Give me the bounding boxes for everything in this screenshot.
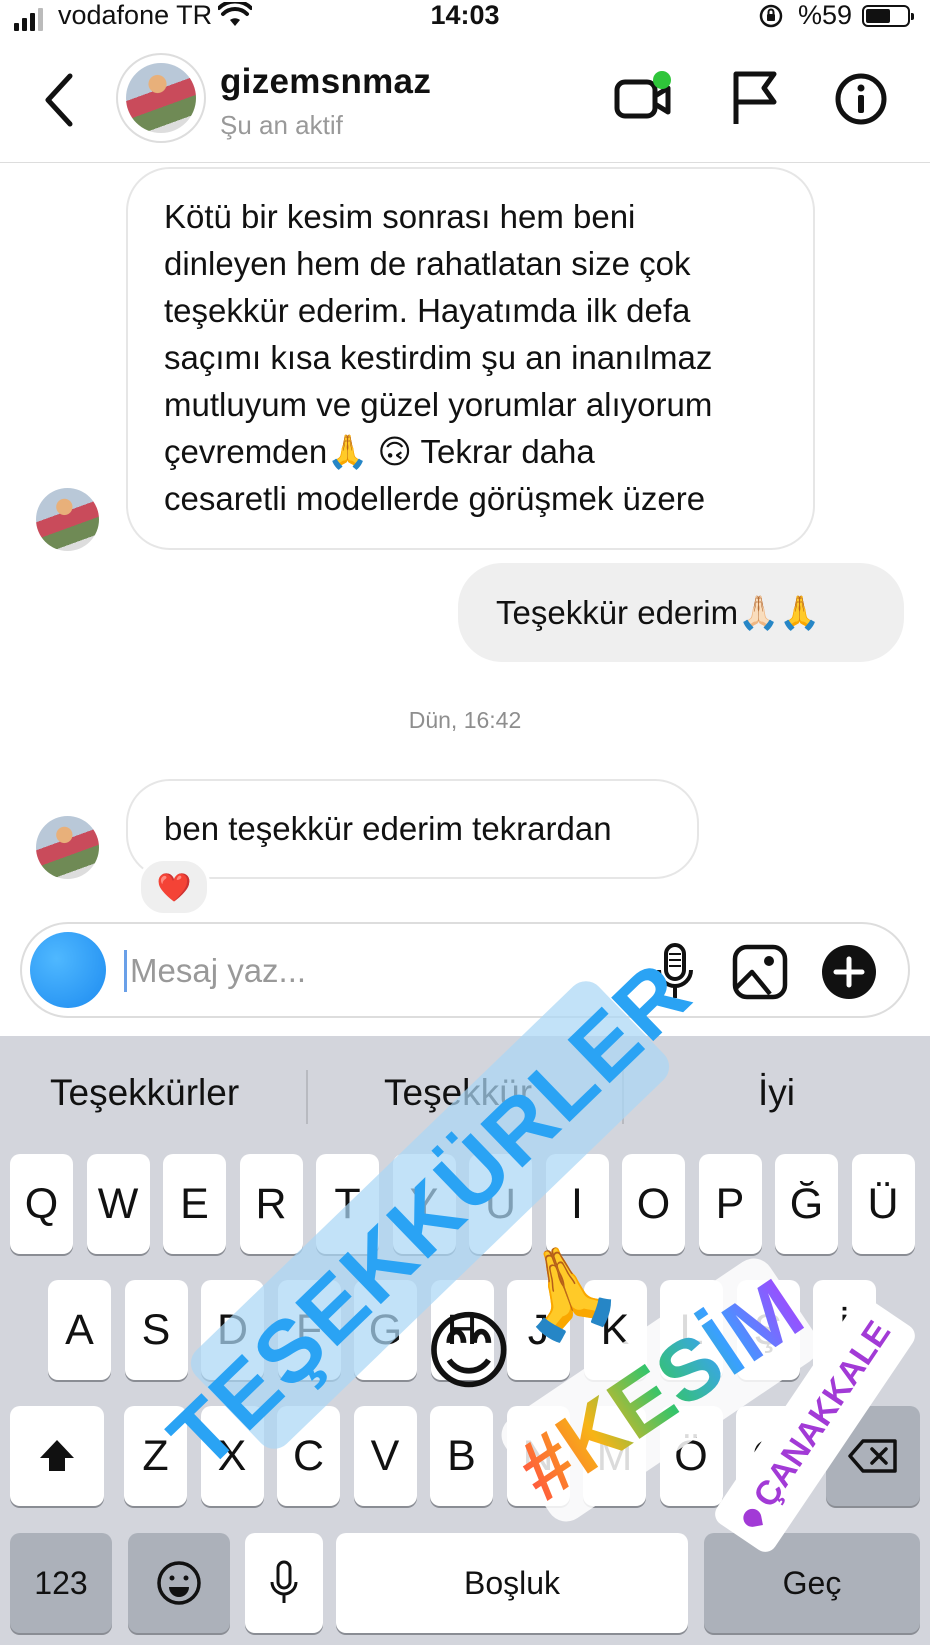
key-a[interactable]: A: [48, 1280, 111, 1380]
go-key[interactable]: Geç: [704, 1533, 920, 1633]
message-line: cesaretli modellerde görüşmek üzere: [164, 480, 706, 517]
status-bar: vodafone TR 14:03 %59: [0, 0, 930, 34]
flag-icon[interactable]: [730, 70, 780, 126]
key-e[interactable]: E: [163, 1154, 226, 1254]
key-u[interactable]: U: [469, 1154, 532, 1254]
text-caret: [124, 950, 127, 992]
key-t[interactable]: T: [316, 1154, 379, 1254]
message-text: ben teşekkür ederim tekrardan: [164, 810, 612, 847]
active-status: Şu an aktif: [220, 110, 343, 140]
message-line: mutluyum ve güzel yorumlar alıyorum: [164, 386, 713, 423]
info-icon[interactable]: [834, 72, 888, 126]
suggestion-divider: [306, 1070, 308, 1124]
message-input[interactable]: Mesaj yaz...: [130, 952, 306, 990]
key-b[interactable]: B: [430, 1406, 493, 1506]
profile-avatar-ring[interactable]: [116, 53, 206, 143]
microphone-icon[interactable]: [654, 942, 696, 1002]
backspace-icon: [848, 1439, 897, 1473]
message-line: çevremden🙏 🙃 Tekrar daha: [164, 433, 595, 470]
key-v[interactable]: V: [353, 1406, 417, 1506]
key-z[interactable]: Z: [124, 1406, 187, 1506]
key-k[interactable]: K: [583, 1280, 647, 1380]
key-ğ[interactable]: Ğ: [775, 1154, 838, 1254]
sender-avatar[interactable]: [36, 816, 99, 879]
back-icon[interactable]: [42, 72, 78, 128]
numbers-key[interactable]: 123: [10, 1533, 112, 1633]
received-message[interactable]: ben teşekkür ederim tekrardan: [126, 779, 699, 879]
shift-key[interactable]: [10, 1406, 104, 1506]
emoji-key[interactable]: [128, 1533, 230, 1633]
key-j[interactable]: J: [507, 1280, 570, 1380]
camera-button[interactable]: [30, 932, 106, 1008]
key-d[interactable]: D: [201, 1280, 264, 1380]
key-ç[interactable]: Ç: [736, 1406, 799, 1506]
key-y[interactable]: Y: [392, 1154, 456, 1254]
sender-avatar[interactable]: [36, 488, 99, 551]
key-f[interactable]: F: [277, 1280, 341, 1380]
key-g[interactable]: G: [354, 1280, 417, 1380]
key-i̇[interactable]: İ: [813, 1280, 876, 1380]
message-line: dinleyen hem de rahatlatan size çok: [164, 245, 691, 282]
dictation-icon: [270, 1560, 298, 1603]
key-n[interactable]: N: [506, 1406, 570, 1506]
message-line: teşekkür ederim. Hayatımda ilk defa: [164, 292, 691, 329]
backspace-key[interactable]: [826, 1406, 920, 1506]
keyboard: Teşekkürler Teşekkür İyi QWERTYUIOPĞÜ ASD…: [0, 1036, 930, 1645]
battery-percent: %59: [798, 0, 853, 30]
suggestion[interactable]: İyi: [758, 1072, 795, 1114]
key-c[interactable]: C: [277, 1406, 340, 1506]
key-s[interactable]: S: [124, 1280, 188, 1380]
suggestion[interactable]: Teşekkür: [384, 1072, 532, 1114]
gallery-icon[interactable]: [732, 944, 788, 1000]
heart-reaction[interactable]: ❤️: [138, 858, 210, 916]
plus-icon[interactable]: [822, 945, 876, 999]
message-line: Kötü bir kesim sonrası hem beni: [164, 198, 636, 235]
clock: 14:03: [430, 0, 500, 30]
battery-icon: [862, 5, 914, 27]
key-m[interactable]: M: [583, 1406, 646, 1506]
key-r[interactable]: R: [239, 1154, 303, 1254]
emoji-icon: [157, 1561, 201, 1605]
key-l[interactable]: L: [660, 1280, 723, 1380]
chat-header: gizemsnmaz Şu an aktif: [0, 40, 930, 163]
key-i[interactable]: I: [545, 1154, 609, 1254]
username[interactable]: gizemsnmaz: [220, 62, 431, 102]
suggestion-divider: [622, 1070, 624, 1124]
dictation-key[interactable]: [245, 1533, 323, 1633]
message-text: Teşekkür ederim🙏🏻🙏: [496, 594, 821, 631]
timestamp: Dün, 16:42: [408, 707, 522, 733]
message-composer: Mesaj yaz...: [20, 922, 910, 1018]
message-line: saçımı kısa kestirdim şu an inanılmaz: [164, 339, 713, 376]
received-message[interactable]: Kötü bir kesim sonrası hem beni dinleyen…: [126, 167, 815, 550]
orientation-lock-icon: [759, 4, 783, 28]
suggestion[interactable]: Teşekkürler: [50, 1072, 239, 1114]
video-call-icon[interactable]: [614, 70, 674, 122]
space-key[interactable]: Boşluk: [336, 1533, 688, 1633]
key-q[interactable]: Q: [10, 1154, 73, 1254]
key-w[interactable]: W: [86, 1154, 150, 1254]
key-h[interactable]: H: [430, 1280, 494, 1380]
key-o[interactable]: O: [622, 1154, 685, 1254]
avatar: [126, 63, 196, 133]
key-ş[interactable]: Ş: [736, 1280, 800, 1380]
key-ü[interactable]: Ü: [851, 1154, 915, 1254]
shift-icon: [40, 1440, 74, 1471]
key-p[interactable]: P: [698, 1154, 762, 1254]
sent-message[interactable]: Teşekkür ederim🙏🏻🙏: [458, 563, 904, 662]
key-x[interactable]: X: [200, 1406, 264, 1506]
key-ö[interactable]: Ö: [659, 1406, 723, 1506]
